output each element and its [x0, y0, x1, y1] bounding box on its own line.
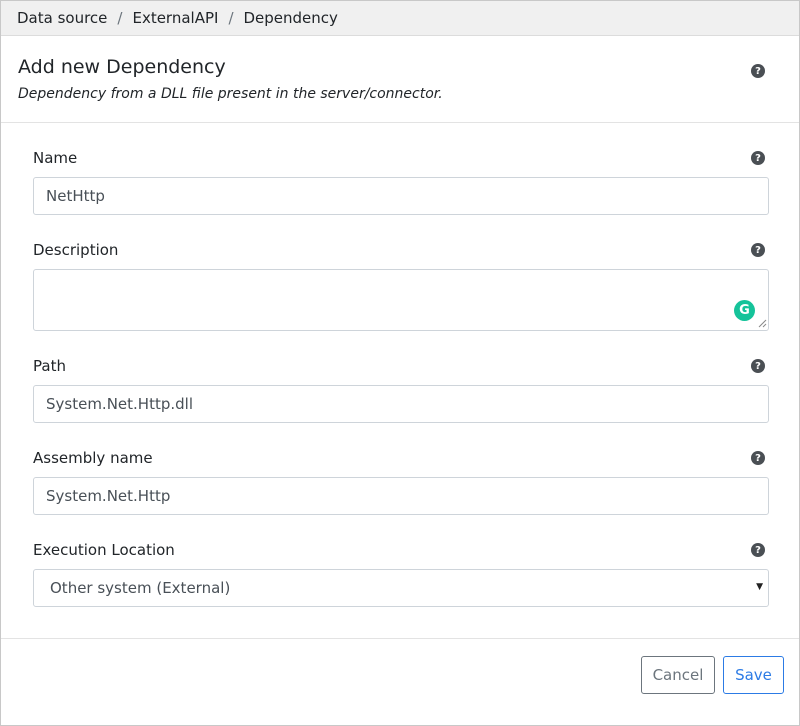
description-textarea[interactable] [33, 269, 769, 331]
name-label: Name [33, 149, 78, 167]
breadcrumb-separator: / [228, 9, 234, 27]
execution-location-label: Execution Location [33, 541, 175, 559]
dialog-header: Add new Dependency Dependency from a DLL… [1, 37, 799, 123]
footer-divider [1, 638, 799, 639]
path-input[interactable] [33, 385, 769, 423]
execution-location-help-icon[interactable]: ? [751, 543, 765, 557]
path-help-icon[interactable]: ? [751, 359, 765, 373]
breadcrumb-item-externalapi[interactable]: ExternalAPI [132, 9, 218, 27]
caret-down-icon: ▼ [756, 582, 763, 592]
assembly-name-help-icon[interactable]: ? [751, 451, 765, 465]
cancel-button[interactable]: Cancel [641, 656, 715, 694]
page-title: Add new Dependency [18, 56, 226, 78]
breadcrumb-item-dependency: Dependency [243, 9, 338, 27]
page-subtitle: Dependency from a DLL file present in th… [18, 86, 443, 102]
breadcrumb: Data source / ExternalAPI / Dependency [1, 1, 799, 36]
breadcrumb-item-data-source[interactable]: Data source [17, 9, 107, 27]
execution-location-select[interactable]: Other system (External) ▼ [33, 569, 769, 607]
assembly-name-label: Assembly name [33, 449, 153, 467]
dialog: Data source / ExternalAPI / Dependency A… [0, 0, 800, 726]
name-help-icon[interactable]: ? [751, 151, 765, 165]
save-button[interactable]: Save [723, 656, 784, 694]
name-input[interactable] [33, 177, 769, 215]
help-icon[interactable]: ? [751, 64, 765, 78]
breadcrumb-separator: / [117, 9, 123, 27]
description-help-icon[interactable]: ? [751, 243, 765, 257]
grammarly-icon[interactable]: G [734, 300, 755, 321]
resize-handle-icon[interactable] [758, 319, 767, 328]
path-label: Path [33, 357, 66, 375]
assembly-name-input[interactable] [33, 477, 769, 515]
description-label: Description [33, 241, 119, 259]
execution-location-selected: Other system (External) [50, 579, 231, 597]
